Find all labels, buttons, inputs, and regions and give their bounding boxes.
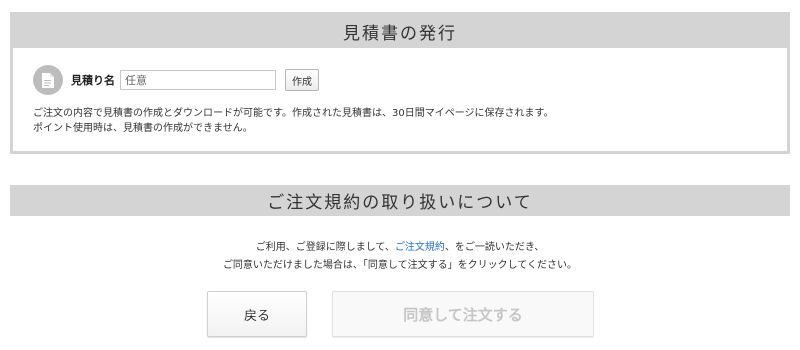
quote-note-line-2: ポイント使用時は、見積書の作成ができません。 <box>33 123 253 134</box>
quote-name-label: 見積り名 <box>71 74 115 87</box>
quote-name-input[interactable] <box>120 70 276 90</box>
create-quote-button[interactable]: 作成 <box>285 69 319 91</box>
quote-note-line-1: ご注文の内容で見積書の作成とダウンロードが可能です。作成された見積書は、30日間… <box>33 108 554 119</box>
terms-section-title: ご注文規約の取り扱いについて <box>10 185 790 216</box>
document-icon <box>33 65 63 95</box>
back-button[interactable]: 戻る <box>207 291 307 337</box>
terms-text-after: 、をご一読いただき、 <box>444 242 545 253</box>
agree-and-order-button[interactable]: 同意して注文する <box>332 291 594 337</box>
terms-description: ご利用、ご登録に際しまして、ご注文規約、をご一読いただき、 ご同意いただけました… <box>0 239 800 275</box>
terms-line-1: ご利用、ご登録に際しまして、ご注文規約、をご一読いただき、 <box>0 239 800 257</box>
terms-text-before: ご利用、ご登録に際しまして、 <box>255 242 395 253</box>
order-confirmation-page: 見積書の発行 見積り名 作成 ご注文の内容で見積書の作成とダウンロードが可能です… <box>0 0 800 350</box>
quote-name-row: 見積り名 作成 <box>33 65 319 95</box>
terms-line-2: ご同意いただけました場合は、「同意して注文する」をクリックしてください。 <box>222 260 578 271</box>
quote-issuance-section: 見積書の発行 見積り名 作成 ご注文の内容で見積書の作成とダウンロードが可能です… <box>10 12 790 154</box>
quote-section-title: 見積書の発行 <box>12 14 788 48</box>
terms-link[interactable]: ご注文規約 <box>395 242 445 253</box>
quote-notes: ご注文の内容で見積書の作成とダウンロードが可能です。作成された見積書は、30日間… <box>33 106 554 136</box>
